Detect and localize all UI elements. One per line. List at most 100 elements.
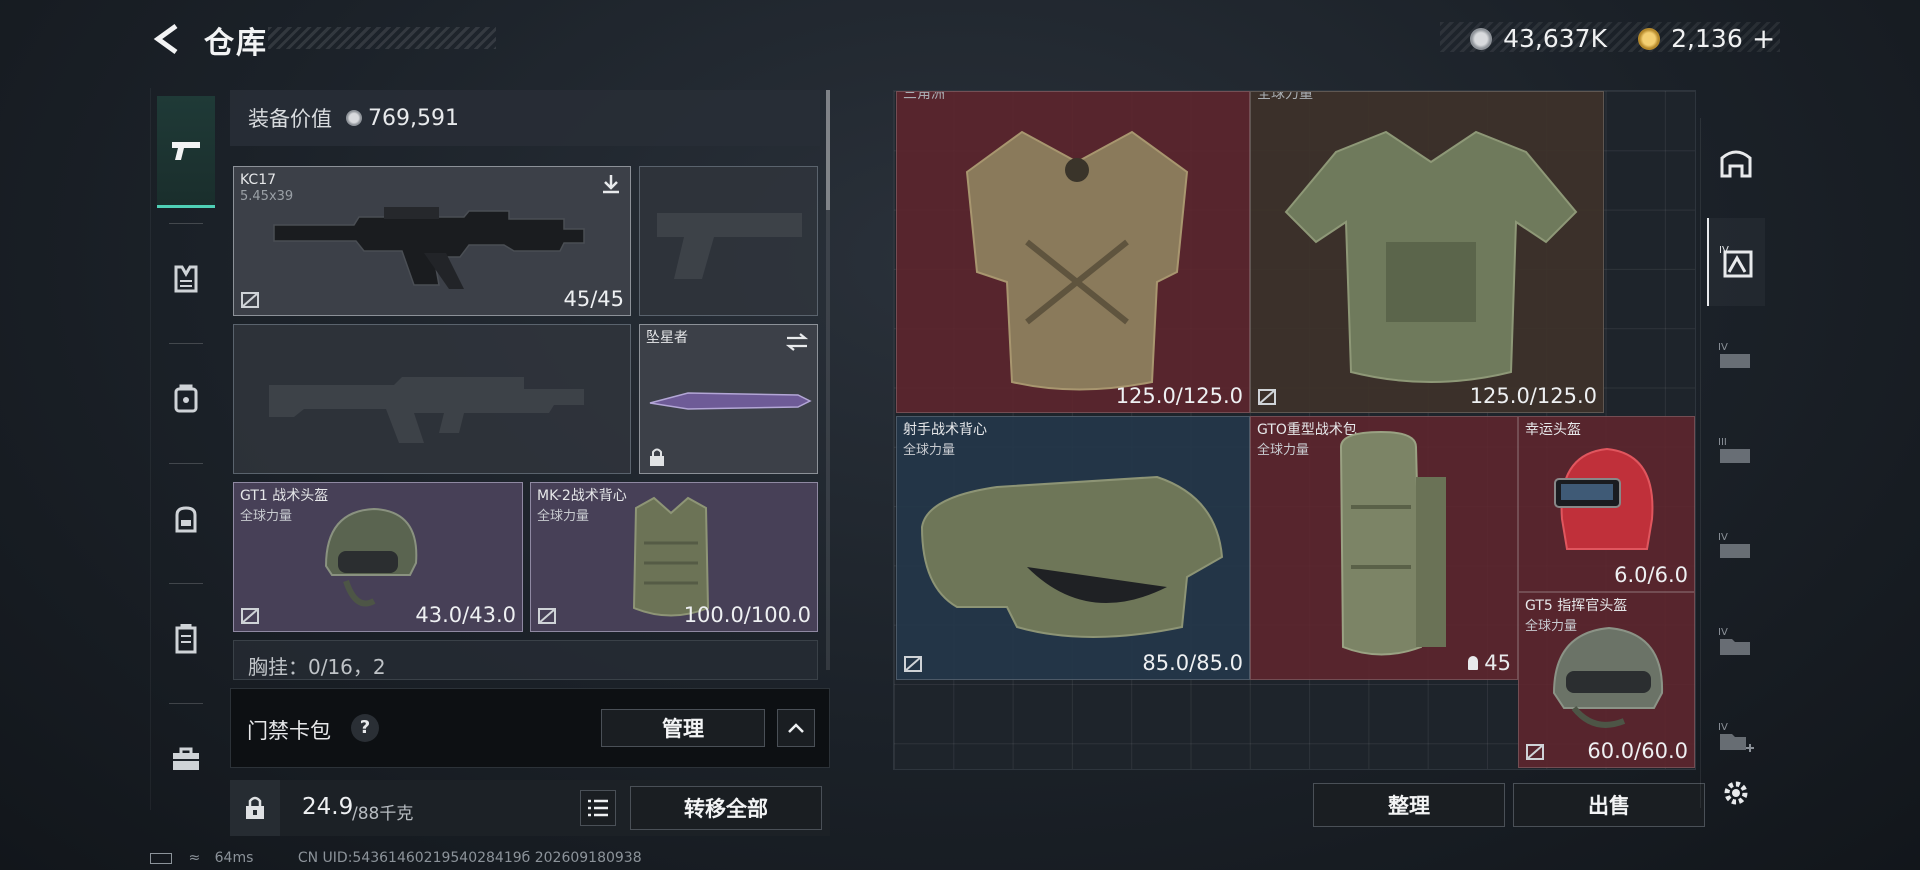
armor-vest-image bbox=[1284, 130, 1578, 383]
scrollbar-thumb[interactable] bbox=[826, 90, 830, 210]
nav-vest[interactable] bbox=[157, 224, 215, 334]
item-durability: 60.0/60.0 bbox=[1587, 739, 1688, 763]
svg-text:IV: IV bbox=[1718, 342, 1728, 353]
item-source: 全球力量 bbox=[903, 443, 956, 458]
uid-text: CN UID:5436146021954028419б 202609180938 bbox=[297, 850, 642, 866]
add-currency-button[interactable]: + bbox=[1752, 22, 1775, 55]
stash-page-icon: IV bbox=[1718, 627, 1750, 655]
stash-tab-page-2[interactable]: IV bbox=[1707, 313, 1765, 401]
current-weight: 24.9 bbox=[302, 794, 354, 820]
no-insurance-icon bbox=[538, 608, 556, 624]
manage-button[interactable]: 管理 bbox=[601, 709, 765, 747]
armor-source: 全球力量 bbox=[537, 509, 590, 524]
backpack-image bbox=[1339, 430, 1446, 656]
slot-helmet[interactable]: GT1 战术头盔 全球力量 43.0/43.0 bbox=[233, 482, 523, 632]
stash-tab-overview[interactable] bbox=[1707, 118, 1765, 206]
container-icon bbox=[175, 624, 197, 654]
stash-tab-page-4[interactable]: IV bbox=[1707, 503, 1765, 591]
equipment-value-label: 装备价值 bbox=[248, 107, 332, 131]
stash-page-icon: III bbox=[1718, 437, 1750, 463]
title-decoration bbox=[268, 27, 496, 49]
vest-icon bbox=[174, 265, 198, 293]
slot-secondary-weapon[interactable] bbox=[639, 166, 818, 316]
settings-button[interactable] bbox=[1707, 768, 1765, 818]
lock-toggle[interactable] bbox=[230, 780, 280, 836]
transfer-all-button[interactable]: 转移全部 bbox=[630, 786, 822, 830]
lock-icon bbox=[650, 448, 664, 466]
organize-button[interactable]: 整理 bbox=[1313, 783, 1505, 827]
slot-chest-rig[interactable]: 胸挂：0/16，2 bbox=[233, 640, 818, 680]
stash-page-icon: IV bbox=[1718, 342, 1750, 368]
svg-text:IV: IV bbox=[1718, 627, 1728, 638]
nav-case[interactable] bbox=[157, 704, 215, 814]
battery-icon bbox=[150, 852, 172, 864]
item-source: 全球力量 bbox=[1257, 443, 1310, 458]
backpack-icon bbox=[175, 506, 197, 533]
armor-plate-icon bbox=[174, 384, 198, 413]
add-folder-icon: IV bbox=[1718, 722, 1754, 752]
slot-primary-weapon[interactable]: KC17 5.45x39 45/45 bbox=[233, 166, 631, 316]
help-button[interactable]: ? bbox=[351, 714, 379, 742]
stash-tab-page-1[interactable]: IV bbox=[1707, 218, 1765, 306]
weapon-durability: 45/45 bbox=[563, 287, 624, 311]
stash-tab-page-3[interactable]: III bbox=[1707, 408, 1765, 496]
item-name: 幸运头盔 bbox=[1525, 422, 1581, 438]
helmet-source: 全球力量 bbox=[240, 509, 293, 524]
back-button[interactable] bbox=[150, 22, 184, 56]
item-count: 45 bbox=[1484, 651, 1511, 675]
list-view-button[interactable] bbox=[580, 790, 616, 826]
stash-item-backpack[interactable]: GTO重型战术包 全球力量 45 bbox=[1250, 416, 1518, 680]
sell-button[interactable]: 出售 bbox=[1513, 783, 1705, 827]
swap-icon[interactable] bbox=[785, 332, 809, 352]
stash-tab-page-5[interactable]: IV bbox=[1707, 598, 1765, 686]
pistol-silhouette-icon bbox=[657, 213, 802, 279]
silver-amount: 43,637K bbox=[1503, 24, 1607, 53]
silver-coin-icon bbox=[1470, 27, 1492, 50]
knife-image bbox=[649, 392, 812, 410]
helmet-image bbox=[324, 507, 418, 607]
slot-melee[interactable]: 坠星者 bbox=[639, 324, 818, 474]
nav-weapons[interactable] bbox=[157, 96, 215, 208]
nav-armor[interactable] bbox=[157, 344, 215, 454]
stash-page-nav: IV IV III IV IV IV bbox=[1700, 118, 1770, 808]
equipment-value-row: 装备价值 769,591 bbox=[230, 90, 820, 146]
keycard-case: 门禁卡包 ? 管理 bbox=[230, 688, 830, 768]
gear-icon bbox=[1724, 781, 1748, 805]
stash-item-lucky-helmet[interactable]: 幸运头盔 6.0/6.0 bbox=[1518, 416, 1695, 592]
no-insurance-icon bbox=[904, 656, 922, 672]
back-arrow-icon bbox=[153, 23, 178, 55]
item-durability: 125.0/125.0 bbox=[1115, 384, 1243, 408]
slot-secondary-rifle[interactable] bbox=[233, 324, 631, 474]
collapse-button[interactable] bbox=[777, 709, 815, 747]
equipment-value: 769,591 bbox=[368, 105, 459, 131]
lock-icon bbox=[246, 796, 264, 819]
rifle-image bbox=[273, 207, 585, 289]
stash-item-commander-helmet[interactable]: GT5 指挥官头盔 全球力量 60.0/60.0 bbox=[1518, 592, 1695, 768]
svg-text:IV: IV bbox=[1718, 532, 1728, 543]
left-nav bbox=[150, 88, 220, 810]
status-footer: ≈ 64ms CN UID:5436146021954028419б 20260… bbox=[150, 850, 642, 866]
stash-item-vest[interactable]: 射手战术背心 全球力量 85.0/85.0 bbox=[896, 416, 1250, 680]
silver-coin-icon bbox=[346, 110, 362, 126]
nav-container[interactable] bbox=[157, 584, 215, 694]
helmet-image bbox=[1552, 626, 1664, 728]
svg-text:IV: IV bbox=[1718, 722, 1728, 733]
item-durability: 6.0/6.0 bbox=[1614, 563, 1688, 587]
safehouse-icon bbox=[1720, 150, 1752, 178]
nav-backpack[interactable] bbox=[157, 464, 215, 574]
tactical-vest-image bbox=[920, 475, 1224, 638]
chest-rig-label: 胸挂：0/16，2 bbox=[248, 655, 386, 679]
svg-text:III: III bbox=[1718, 437, 1727, 448]
bullet-icon bbox=[1468, 656, 1479, 670]
slot-body-armor[interactable]: MK-2战术背心 全球力量 100.0/100.0 bbox=[530, 482, 818, 632]
melee-name: 坠星者 bbox=[646, 330, 688, 346]
helmet-image bbox=[1554, 447, 1654, 550]
item-durability: 125.0/125.0 bbox=[1469, 384, 1597, 408]
ping-value: 64ms bbox=[214, 850, 254, 866]
stash-item-armor-1[interactable]: 三角洲 125.0/125.0 bbox=[896, 91, 1250, 413]
stash-grid[interactable]: 三角洲 125.0/125.0 全球力量 125.0/125.0 射手战术背心 … bbox=[893, 90, 1696, 770]
stash-page-icon: IV bbox=[1719, 245, 1753, 278]
stash-item-armor-2[interactable]: 全球力量 125.0/125.0 bbox=[1250, 91, 1604, 413]
list-icon bbox=[588, 799, 608, 817]
helmet-durability: 43.0/43.0 bbox=[415, 603, 516, 627]
